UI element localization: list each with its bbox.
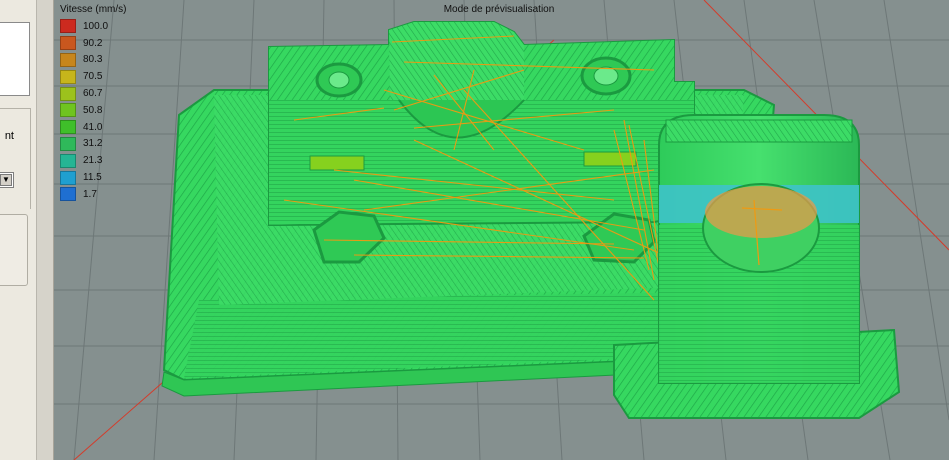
legend-swatch — [60, 69, 76, 84]
panel-scrollbar[interactable] — [36, 0, 53, 460]
preview-mode-title: Mode de prévisualisation — [443, 4, 555, 15]
legend-label: 1.7 — [83, 188, 97, 200]
legend-item: 50.8 — [60, 102, 150, 119]
legend-swatch — [60, 153, 76, 168]
legend-label: 21.3 — [83, 155, 103, 167]
legend-item: 60.7 — [60, 85, 150, 102]
settings-group-box — [0, 214, 28, 286]
legend-swatch — [60, 36, 76, 51]
legend-swatch — [60, 52, 76, 67]
legend-items: 100.0 90.2 80.3 70.5 60.7 50.8 41.0 31.2 21.3 11.… — [60, 18, 150, 203]
legend-swatch — [60, 187, 76, 202]
3d-preview-canvas[interactable] — [54, 0, 949, 460]
legend-label: 11.5 — [83, 172, 102, 184]
legend-label: 31.2 — [83, 138, 103, 150]
legend-item: 41.0 — [60, 119, 150, 136]
legend-title: Vitesse (mm/s) — [60, 4, 127, 15]
settings-panel: nt ▼ — [0, 0, 54, 460]
legend-item: 21.3 — [60, 152, 150, 169]
legend-item: 31.2 — [60, 136, 150, 153]
legend-swatch — [60, 86, 76, 101]
legend-item: 1.7 — [60, 186, 150, 203]
legend-label: 90.2 — [83, 37, 103, 49]
setting-label: nt — [4, 130, 14, 142]
legend-item: 80.3 — [60, 52, 150, 69]
legend-item: 11.5 — [60, 169, 150, 186]
legend-label: 80.3 — [83, 54, 103, 66]
legend-item: 100.0 — [60, 18, 150, 35]
legend-label: 50.8 — [83, 104, 103, 116]
legend-swatch — [60, 120, 76, 135]
setting-select[interactable]: ▼ — [0, 172, 14, 188]
legend-label: 60.7 — [83, 88, 103, 100]
legend-item: 70.5 — [60, 68, 150, 85]
legend-label: 70.5 — [83, 71, 103, 83]
legend-swatch — [60, 136, 76, 151]
speed-legend: Vitesse (mm/s) 100.0 90.2 80.3 70.5 60.7 50.8… — [60, 4, 150, 203]
preview-viewport[interactable]: Mode de prévisualisation Vitesse (mm/s) … — [54, 0, 949, 460]
legend-item: 90.2 — [60, 35, 150, 52]
legend-swatch — [60, 170, 76, 185]
chevron-down-icon[interactable]: ▼ — [0, 174, 12, 186]
settings-text-box[interactable] — [0, 22, 30, 96]
legend-swatch — [60, 103, 76, 118]
legend-swatch — [60, 19, 76, 34]
legend-label: 100.0 — [83, 20, 109, 32]
slicer-window: nt ▼ Mode de prévisualisation Vitesse (m… — [0, 0, 949, 460]
legend-label: 41.0 — [83, 121, 103, 133]
settings-group — [0, 108, 31, 209]
